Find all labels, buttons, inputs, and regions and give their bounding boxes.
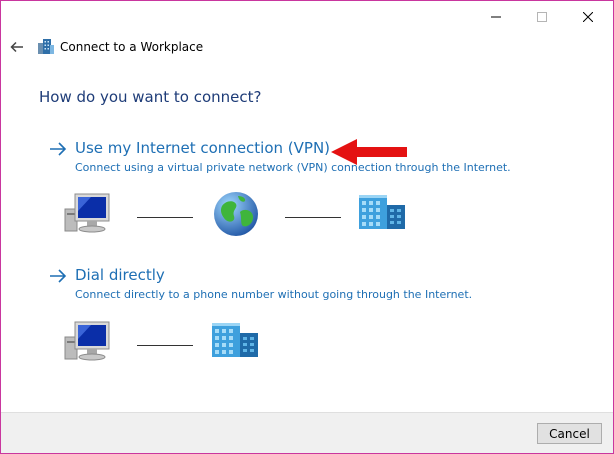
- back-arrow-icon: [10, 41, 23, 53]
- connection-line: [285, 217, 341, 218]
- connection-line: [137, 345, 193, 346]
- globe-icon: [214, 192, 258, 236]
- minimize-button[interactable]: [473, 1, 519, 33]
- maximize-icon: [537, 12, 547, 22]
- dial-option-description: Connect directly to a phone number witho…: [75, 288, 473, 301]
- connection-line: [137, 217, 193, 218]
- minimize-icon: [491, 16, 501, 18]
- office-building-icon: [212, 323, 258, 357]
- right-arrow-icon: [50, 142, 67, 156]
- dial-option-title: Dial directly: [75, 266, 165, 284]
- computer-icon: [64, 193, 110, 233]
- close-icon: [583, 12, 593, 22]
- page-heading: How do you want to connect?: [39, 88, 262, 106]
- computer-icon: [64, 321, 110, 361]
- workplace-icon: [38, 39, 54, 54]
- title-bar: [1, 1, 613, 33]
- nav-bar: Connect to a Workplace: [1, 33, 613, 61]
- vpn-option-description: Connect using a virtual private network …: [75, 161, 511, 174]
- office-building-icon: [359, 195, 405, 229]
- connect-workplace-window: Connect to a Workplace How do you want t…: [0, 0, 614, 454]
- back-button[interactable]: [7, 37, 27, 57]
- vpn-option-title: Use my Internet connection (VPN): [75, 139, 331, 157]
- red-pointer-arrow: [331, 139, 407, 165]
- cancel-button[interactable]: Cancel: [537, 423, 602, 444]
- maximize-button[interactable]: [519, 1, 565, 33]
- dialog-footer: Cancel: [1, 412, 613, 453]
- window-title: Connect to a Workplace: [60, 40, 204, 54]
- close-button[interactable]: [565, 1, 611, 33]
- right-arrow-icon: [50, 269, 67, 283]
